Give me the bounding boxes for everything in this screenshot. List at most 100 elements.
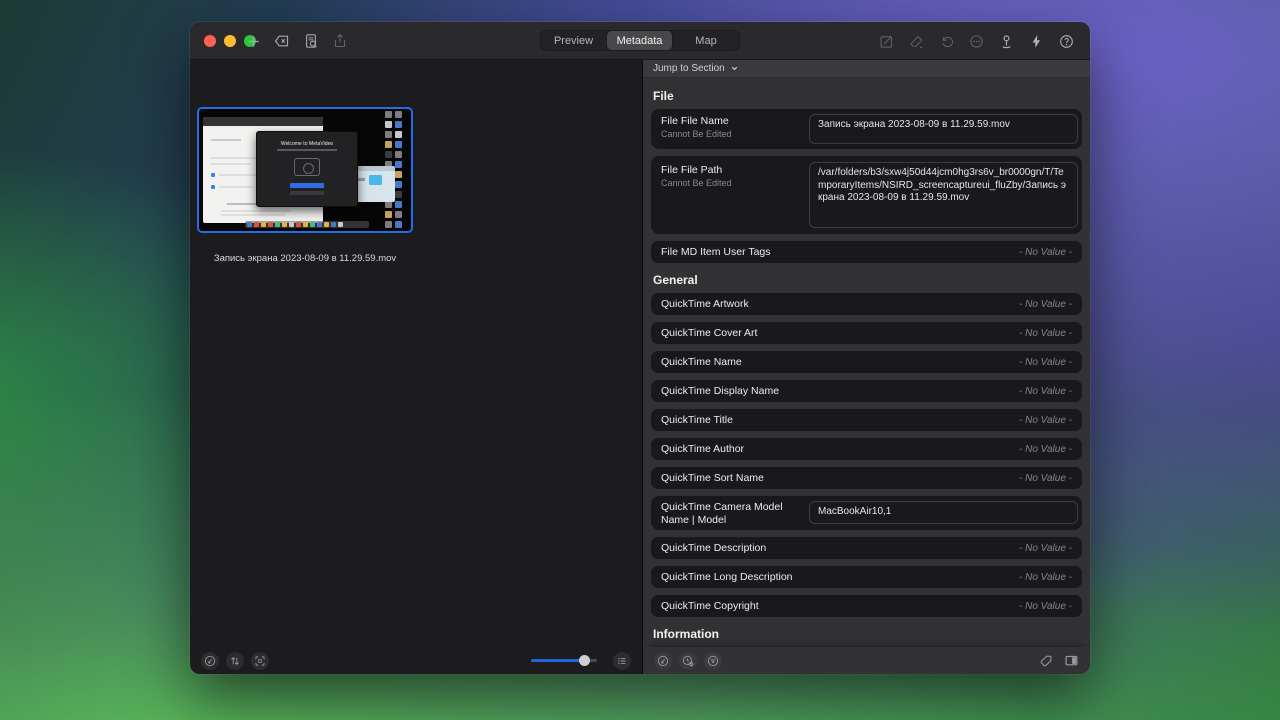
- remove-file-button[interactable]: [273, 32, 291, 50]
- field-quicktime-sort-name[interactable]: QuickTime Sort Name - No Value -: [651, 467, 1082, 489]
- field-quicktime-camera-model[interactable]: QuickTime Camera Model Name | Model MacB…: [651, 496, 1082, 530]
- undo-button[interactable]: [937, 32, 955, 50]
- file-path-value-box[interactable]: /var/folders/b3/sxw4j50d44jcm0hg3rs6v_br…: [809, 162, 1078, 228]
- map-pin-icon: [999, 34, 1014, 49]
- tab-metadata[interactable]: Metadata: [607, 31, 673, 50]
- field-file-file-name[interactable]: File File Name Cannot Be Edited Запись э…: [651, 109, 1082, 149]
- file-name-value-box[interactable]: Запись экрана 2023-08-09 в 11.29.59.mov: [809, 114, 1078, 144]
- metadata-pane: Jump to Section File File File Name Cann…: [643, 60, 1090, 674]
- field-quicktime-author[interactable]: QuickTime Author - No Value -: [651, 438, 1082, 460]
- field-label: QuickTime Copyright: [661, 600, 759, 612]
- field-quicktime-long-description[interactable]: QuickTime Long Description - No Value -: [651, 566, 1082, 588]
- no-value-text: - No Value -: [1019, 444, 1072, 455]
- jump-to-section-label: Jump to Section: [653, 63, 725, 74]
- lightning-bolt-icon: [1029, 34, 1044, 49]
- section-header-information: Information: [653, 627, 1080, 641]
- view-mode-segmented-control: Preview Metadata Map: [540, 30, 740, 51]
- chevron-down-icon: [730, 64, 739, 73]
- scan-view-button[interactable]: [251, 652, 269, 670]
- app-window: Preview Metadata Map: [190, 22, 1090, 674]
- cursor-circle-icon: [204, 655, 216, 667]
- desktop-wallpaper: { "window": { "titlebar": { "tabs": [ { …: [0, 0, 1280, 720]
- field-quicktime-title[interactable]: QuickTime Title - No Value -: [651, 409, 1082, 431]
- help-button[interactable]: [1057, 32, 1075, 50]
- ellipsis-circle-icon: [969, 34, 984, 49]
- thumbnail-size-slider[interactable]: [531, 655, 597, 667]
- eraser-icon: [909, 34, 924, 49]
- pointer-mode-button-meta[interactable]: [654, 652, 672, 670]
- inspect-file-button[interactable]: [302, 32, 320, 50]
- toggle-sidebar-button[interactable]: [1064, 653, 1079, 668]
- field-label: QuickTime Camera Model Name | Model: [661, 501, 811, 527]
- field-label: QuickTime Long Description: [661, 571, 793, 583]
- thumb-dialog-title: Welcome to MetaVideo: [265, 141, 350, 146]
- edit-metadata-button[interactable]: [877, 32, 895, 50]
- section-header-general: General: [653, 273, 1080, 287]
- share-icon: [332, 33, 348, 49]
- no-value-text: - No Value -: [1019, 357, 1072, 368]
- field-quicktime-copyright[interactable]: QuickTime Copyright - No Value -: [651, 595, 1082, 617]
- list-view-button[interactable]: [613, 652, 631, 670]
- no-value-text: - No Value -: [1019, 415, 1072, 426]
- field-quicktime-display-name[interactable]: QuickTime Display Name - No Value -: [651, 380, 1082, 402]
- no-value-text: - No Value -: [1019, 299, 1072, 310]
- sort-order-button[interactable]: [226, 652, 244, 670]
- jump-to-section-menu[interactable]: Jump to Section: [643, 60, 1090, 78]
- field-label: QuickTime Sort Name: [661, 472, 764, 484]
- titlebar: Preview Metadata Map: [190, 22, 1090, 60]
- field-label: File MD Item User Tags: [661, 246, 771, 258]
- file-item[interactable]: Welcome to MetaVideo Запись экрана 2023-…: [197, 107, 413, 264]
- tab-preview[interactable]: Preview: [541, 31, 607, 50]
- field-quicktime-description[interactable]: QuickTime Description - No Value -: [651, 537, 1082, 559]
- field-quicktime-cover-art[interactable]: QuickTime Cover Art - No Value -: [651, 322, 1082, 344]
- field-label: QuickTime Artwork: [661, 298, 749, 310]
- sort-arrows-icon: [229, 655, 241, 667]
- file-name-caption: Запись экрана 2023-08-09 в 11.29.59.mov: [197, 253, 413, 264]
- question-mark-icon: [1059, 34, 1074, 49]
- file-thumbnail-selected[interactable]: Welcome to MetaVideo: [197, 107, 413, 233]
- no-value-text: - No Value -: [1019, 386, 1072, 397]
- field-label: QuickTime Display Name: [661, 385, 779, 397]
- slider-fill: [531, 659, 584, 662]
- field-file-file-path[interactable]: File File Path Cannot Be Edited /var/fol…: [651, 156, 1082, 234]
- field-quicktime-artwork[interactable]: QuickTime Artwork - No Value -: [651, 293, 1082, 315]
- thumb-welcome-dialog: Welcome to MetaVideo: [256, 131, 358, 207]
- field-label: QuickTime Title: [661, 414, 733, 426]
- browser-bottom-toolbar: [190, 647, 642, 674]
- pointer-mode-button[interactable]: [201, 652, 219, 670]
- location-pin-button[interactable]: [997, 32, 1015, 50]
- field-label: QuickTime Name: [661, 356, 742, 368]
- recent-changes-button[interactable]: [679, 652, 697, 670]
- no-value-text: - No Value -: [1019, 473, 1072, 484]
- no-value-text: - No Value -: [1019, 601, 1072, 612]
- quick-actions-button[interactable]: [1027, 32, 1045, 50]
- section-header-file: File: [653, 89, 1080, 103]
- no-value-text: - No Value -: [1019, 247, 1072, 258]
- minimize-window-button[interactable]: [224, 35, 236, 47]
- more-options-button[interactable]: [967, 32, 985, 50]
- sidebar-icon: [1064, 653, 1079, 668]
- camera-model-value-box[interactable]: MacBookAir10,1: [809, 501, 1078, 524]
- delete-left-icon: [274, 33, 290, 49]
- field-label: QuickTime Author: [661, 443, 744, 455]
- tab-map[interactable]: Map: [673, 31, 739, 50]
- slider-knob[interactable]: [579, 655, 590, 666]
- field-file-md-item-user-tags[interactable]: File MD Item User Tags - No Value -: [651, 241, 1082, 263]
- add-file-button[interactable]: [244, 32, 262, 50]
- film-reel-icon: [294, 158, 320, 176]
- metadata-scroll-area[interactable]: File File File Name Cannot Be Edited Зап…: [643, 79, 1090, 647]
- tags-button[interactable]: [1039, 653, 1053, 668]
- filter-circle-icon: [707, 655, 719, 667]
- share-button[interactable]: [331, 32, 349, 50]
- scan-frame-icon: [254, 655, 266, 667]
- metadata-bottom-toolbar: [643, 647, 1090, 674]
- erase-metadata-button[interactable]: [907, 32, 925, 50]
- close-window-button[interactable]: [204, 35, 216, 47]
- plus-icon: [246, 34, 261, 49]
- undo-icon: [939, 34, 954, 49]
- field-quicktime-name[interactable]: QuickTime Name - No Value -: [651, 351, 1082, 373]
- list-icon: [616, 655, 628, 667]
- filter-fields-button[interactable]: [704, 652, 722, 670]
- no-value-text: - No Value -: [1019, 572, 1072, 583]
- no-value-text: - No Value -: [1019, 328, 1072, 339]
